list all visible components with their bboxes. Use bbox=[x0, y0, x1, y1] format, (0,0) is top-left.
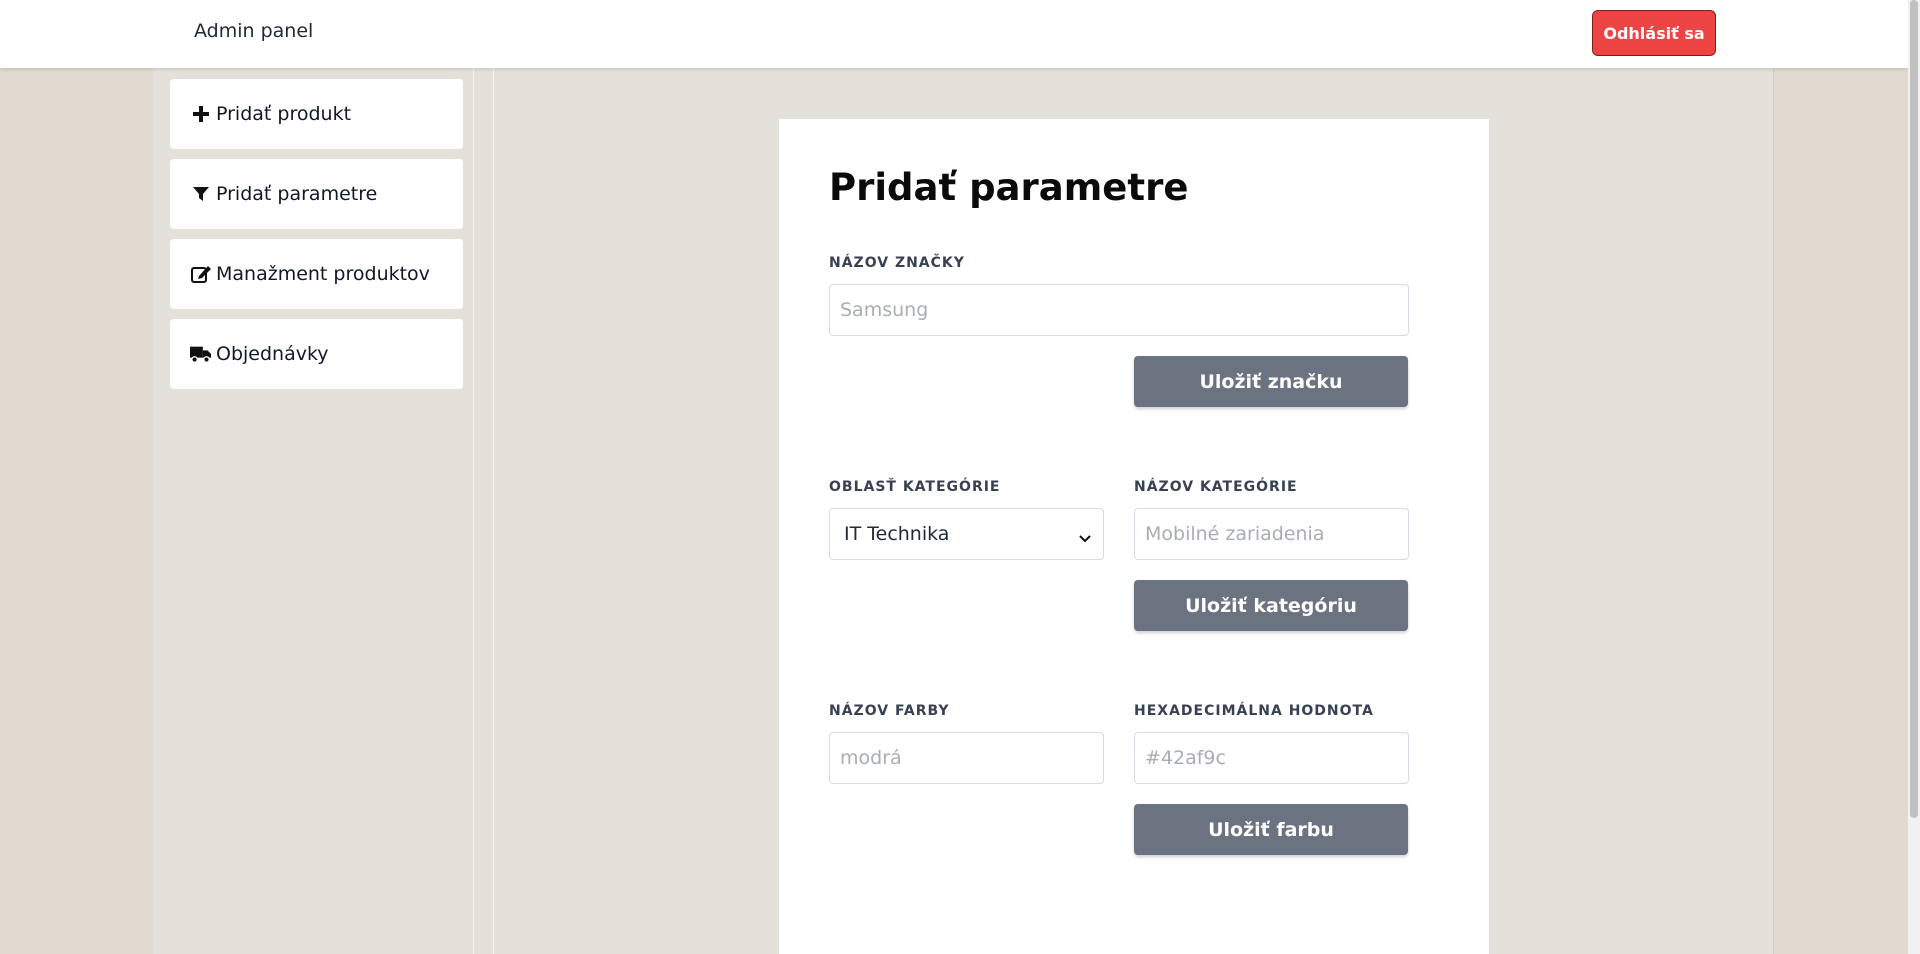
sidebar-item-label: Pridať parametre bbox=[216, 183, 378, 205]
plus-icon bbox=[190, 103, 212, 125]
category-name-input[interactable] bbox=[1134, 508, 1409, 560]
sidebar-item-label: Manažment produktov bbox=[216, 263, 430, 285]
color-name-label: NÁZOV FARBY bbox=[829, 703, 950, 719]
sidebar-item-label: Pridať produkt bbox=[216, 103, 352, 125]
category-area-value: IT Technika bbox=[844, 523, 950, 545]
top-navbar: Admin panel Odhlásiť sa bbox=[0, 0, 1908, 68]
sidebar-item-add-product[interactable]: Pridať produkt bbox=[170, 79, 463, 149]
chevron-down-icon bbox=[1079, 527, 1091, 549]
save-color-button[interactable]: Uložiť farbu bbox=[1134, 804, 1408, 855]
sidebar-item-orders[interactable]: Objednávky bbox=[170, 319, 463, 389]
brand-name-label: NÁZOV ZNAČKY bbox=[829, 255, 965, 271]
save-brand-button[interactable]: Uložiť značku bbox=[1134, 356, 1408, 407]
sidebar-gutter bbox=[474, 68, 494, 954]
edit-icon bbox=[190, 263, 212, 285]
truck-icon bbox=[190, 343, 212, 365]
page-scrollbar[interactable] bbox=[1908, 0, 1920, 954]
save-category-button[interactable]: Uložiť kategóriu bbox=[1134, 580, 1408, 631]
filter-icon bbox=[190, 183, 212, 205]
category-area-select[interactable]: IT Technika bbox=[829, 508, 1104, 560]
category-name-label: NÁZOV KATEGÓRIE bbox=[1134, 479, 1298, 495]
color-hex-label: HEXADECIMÁLNA HODNOTA bbox=[1134, 703, 1374, 719]
color-hex-input[interactable] bbox=[1134, 732, 1409, 784]
sidebar-item-product-management[interactable]: Manažment produktov bbox=[170, 239, 463, 309]
category-area-label: OBLASŤ KATEGÓRIE bbox=[829, 479, 1001, 495]
color-name-input[interactable] bbox=[829, 732, 1104, 784]
sidebar-item-label: Objednávky bbox=[216, 343, 329, 365]
scrollbar-thumb[interactable] bbox=[1910, 0, 1918, 818]
logout-button[interactable]: Odhlásiť sa bbox=[1592, 10, 1716, 56]
sidebar-item-add-parameters[interactable]: Pridať parametre bbox=[170, 159, 463, 229]
brand-title[interactable]: Admin panel bbox=[194, 20, 313, 42]
page-title: Pridať parametre bbox=[829, 166, 1189, 209]
brand-name-input[interactable] bbox=[829, 284, 1409, 336]
